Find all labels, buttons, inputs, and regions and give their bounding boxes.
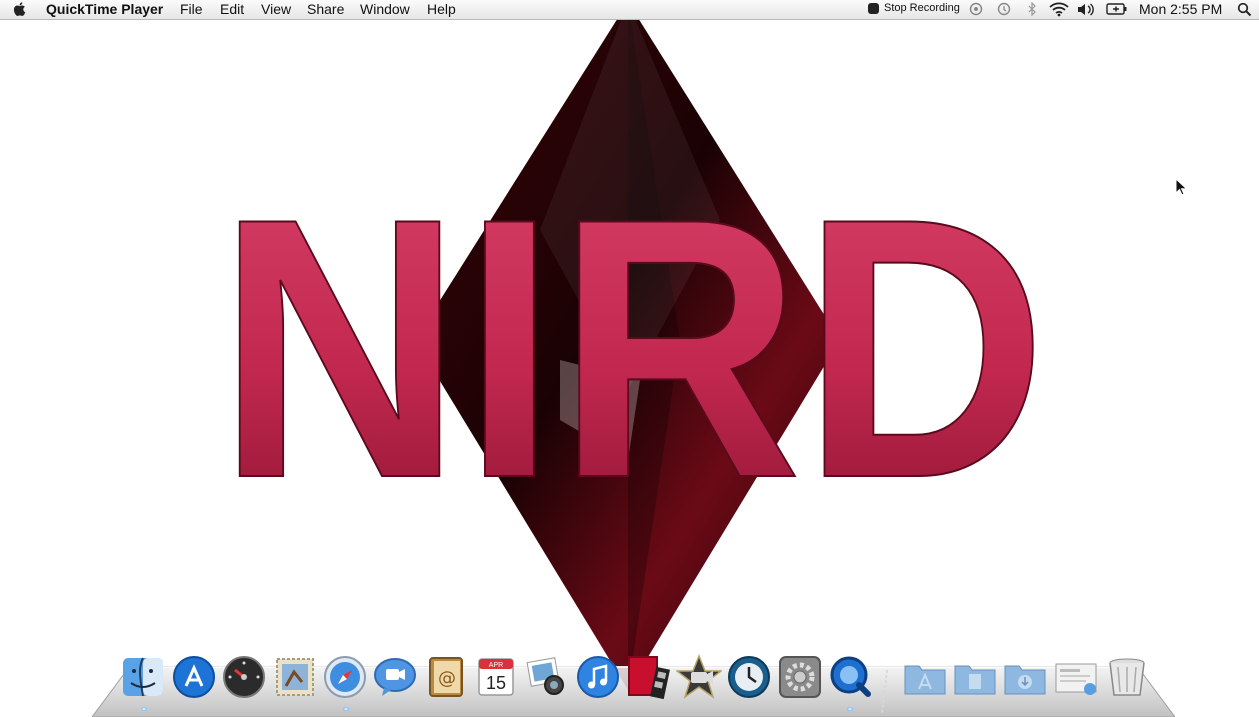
menu-share[interactable]: Share <box>307 1 344 17</box>
mail-icon[interactable] <box>272 654 318 700</box>
menu-view[interactable]: View <box>261 1 291 17</box>
itunes-icon[interactable] <box>575 654 621 700</box>
ical-month: APR <box>489 662 503 669</box>
apple-menu-icon[interactable] <box>13 1 27 17</box>
menu-window[interactable]: Window <box>360 1 410 17</box>
quicktime-icon[interactable] <box>827 654 873 700</box>
document-stack-icon[interactable] <box>1053 654 1099 700</box>
iphoto-icon[interactable] <box>524 654 570 700</box>
menu-help[interactable]: Help <box>427 1 456 17</box>
applications-folder-icon[interactable] <box>902 654 948 700</box>
documents-folder-icon[interactable] <box>952 654 998 700</box>
volume-icon[interactable] <box>1077 2 1095 17</box>
desktop-wallpaper: NIRD <box>0 0 1259 717</box>
ical-day: 15 <box>486 673 506 693</box>
trash-icon[interactable] <box>1104 654 1150 700</box>
safari-icon[interactable] <box>322 654 368 700</box>
safari-running-indicator <box>343 707 349 711</box>
quicktime-running-indicator <box>847 707 853 711</box>
downloads-folder-icon[interactable] <box>1002 654 1048 700</box>
mouse-pointer-icon <box>1175 178 1187 196</box>
menu-bar: QuickTime Player File Edit View Share Wi… <box>0 0 1259 20</box>
menu-edit[interactable]: Edit <box>220 1 244 17</box>
stop-recording-icon[interactable] <box>868 3 879 14</box>
menu-clock[interactable]: Mon 2:55 PM <box>1139 1 1222 17</box>
menu-file[interactable]: File <box>180 1 203 17</box>
stop-recording-label[interactable]: Stop Recording <box>884 2 960 14</box>
address-book-icon[interactable]: @ <box>423 654 469 700</box>
photo-booth-icon[interactable] <box>625 654 671 700</box>
imovie-icon[interactable] <box>676 654 722 700</box>
spotlight-search-icon[interactable] <box>1237 2 1252 17</box>
logo-text: NIRD <box>217 142 1047 555</box>
app-menu-quicktime[interactable]: QuickTime Player <box>46 1 163 17</box>
sync-icon[interactable] <box>969 2 983 16</box>
ichat-icon[interactable] <box>372 654 418 700</box>
dashboard-icon[interactable] <box>221 654 267 700</box>
app-store-icon[interactable] <box>171 654 217 700</box>
system-preferences-icon[interactable] <box>777 654 823 700</box>
finder-icon[interactable] <box>120 654 166 700</box>
wifi-icon[interactable] <box>1049 2 1069 17</box>
finder-running-indicator <box>141 707 147 711</box>
bluetooth-icon[interactable] <box>1027 2 1037 16</box>
battery-icon[interactable] <box>1106 3 1128 15</box>
ical-icon[interactable]: APR 15 <box>473 654 519 700</box>
time-machine-menu-icon[interactable] <box>996 2 1011 16</box>
time-machine-icon[interactable] <box>726 654 772 700</box>
svg-text:@: @ <box>438 668 456 689</box>
